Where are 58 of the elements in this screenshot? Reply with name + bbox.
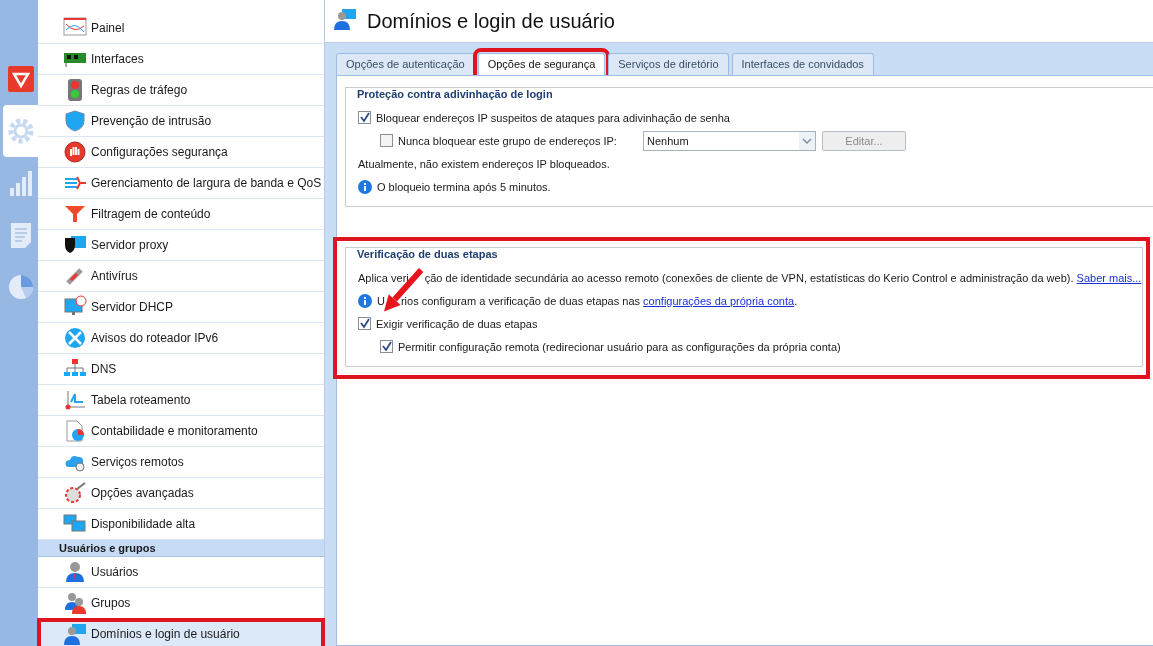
sidebar-item[interactable]: Configurações segurança [38,137,324,168]
sidebar-item[interactable]: Interfaces [38,44,324,75]
shield-icon [7,66,34,92]
sidebar-item[interactable]: Avisos do roteador IPv6 [38,323,324,354]
bar-chart-icon [7,170,34,196]
description-text: ção de identidade secundária ao acesso remoto (conexões de cliente de VPN, estatísticas do Kerio Control e administração da web). Saber mais... [424,271,1142,284]
user-icon [63,560,87,584]
section-title: Verificação de duas etapas [354,248,501,260]
sidebar-item[interactable]: DNS [38,354,324,385]
info-icon [358,293,372,308]
sidebar-item[interactable]: Servidor DHCP [38,292,324,323]
check-icon [359,318,370,329]
routing-icon [63,388,87,412]
checkbox-label: Nunca bloquear este grupo de endereços IP: [398,134,618,147]
settings-icon [7,118,34,144]
sidebar-item[interactable]: Domínios e login de usuário [38,619,324,646]
dropdown[interactable]: Nenhum [643,130,816,151]
checkbox-label: Bloquear endereços IP suspeitos de ataques para adivinhação de senha [376,111,730,124]
router-icon [63,326,87,350]
checkbox-label: Permitir configuração remota (redirecionar usuário para as configurações da própria conta) [398,340,841,353]
sidebar-item[interactable]: Gerenciamento de largura de banda e QoS [38,168,324,199]
tab[interactable]: Opções de autenticação [336,53,475,75]
tab[interactable]: Interfaces de convidados [731,53,874,75]
page-title: Domínios e login de usuário [367,9,615,33]
check-icon [381,341,392,352]
sidebar-item[interactable]: Regras de tráfego [38,75,324,106]
pie-chart-icon [7,274,34,300]
description-text: O bloqueio termina após 5 minutos. [377,180,551,193]
section-header: Usuários e grupos [38,540,324,557]
sidebar-item[interactable]: Serviços remotos [38,447,324,478]
tab[interactable]: Serviços de diretório [608,53,729,75]
shield-icon [63,109,87,133]
sidebar-item[interactable]: Prevenção de intrusão [38,106,324,137]
sidebar-item[interactable]: Opções avançadas [38,478,324,509]
info-icon [358,179,372,194]
description-text: rios configuram a verificação de duas etapas nas configurações da própria conta. [400,294,798,307]
checkbox[interactable] [380,340,393,353]
checkbox[interactable] [358,111,371,124]
checkbox[interactable] [380,134,393,147]
user-monitor-icon [63,622,87,646]
text-fragment: Aplica veri [358,271,409,284]
group-icon [63,591,87,615]
caret-icon [799,131,815,150]
section-title: Proteção contra adivinhação de login [354,88,556,100]
sidebar-item[interactable]: Servidor proxy [38,230,324,261]
sidebar-item[interactable]: Painel [38,13,324,44]
checkbox[interactable] [358,317,371,330]
description-text: Atualmente, não existem endereços IP bloqueados. [358,157,610,170]
sidebar-item[interactable]: Usuários [38,557,324,588]
sidebar-item[interactable]: Filtragem de conteúdo [38,199,324,230]
check-icon [359,112,370,123]
text-fragment: U [377,294,385,307]
checkbox-label: Exigir verificação de duas etapas [376,317,538,330]
sidebar-item[interactable]: Antivírus [38,261,324,292]
sidebar-item[interactable]: Contabilidade e monitoramento [38,416,324,447]
sidebar-item[interactable]: Tabela roteamento [38,385,324,416]
report-icon [63,419,87,443]
link[interactable]: Saber mais... [1076,271,1142,284]
